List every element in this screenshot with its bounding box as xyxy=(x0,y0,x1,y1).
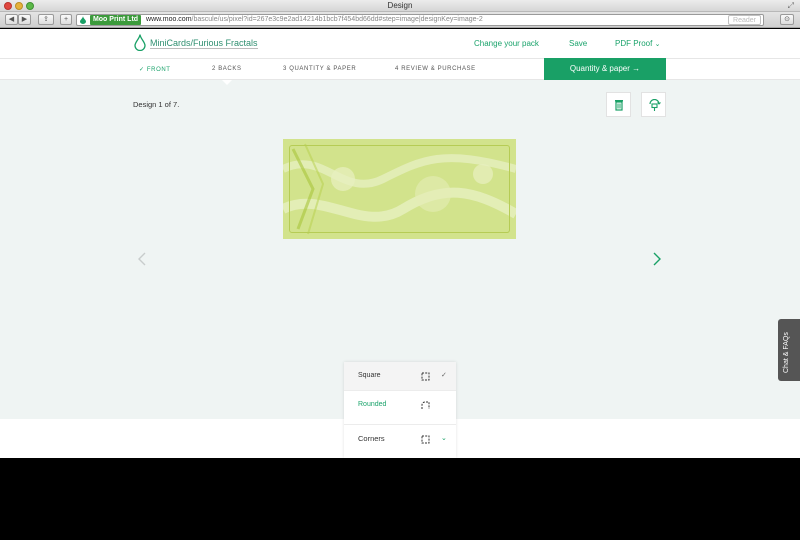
forward-button[interactable]: ▶ xyxy=(18,14,31,25)
site-drop-icon xyxy=(80,16,86,24)
chevron-down-icon: ⌄ xyxy=(441,435,447,442)
downloads-button[interactable]: ⊙ xyxy=(780,14,794,25)
page: MiniCards/Furious Fractals Change your p… xyxy=(0,29,800,458)
chat-faqs-tab[interactable]: Chat & FAQs xyxy=(778,319,800,381)
step-front[interactable]: ✓ FRONT xyxy=(139,66,171,73)
site-header: MiniCards/Furious Fractals Change your p… xyxy=(0,29,800,58)
card-safe-area xyxy=(289,145,510,233)
product-title[interactable]: MiniCards/Furious Fractals xyxy=(150,38,258,49)
corner-option-label: Square xyxy=(358,372,381,379)
step-navigation: ✓ FRONT 2 BACKS 3 QUANTITY & PAPER 4 REV… xyxy=(0,58,800,80)
share-button[interactable]: ⇪ xyxy=(38,14,54,25)
pdf-proof-label: PDF Proof xyxy=(615,39,653,48)
url-path: /bascule/us/pixel?id=267e3c9e2ad14214b1b… xyxy=(191,16,483,23)
next-design-icon[interactable] xyxy=(652,252,662,266)
url-host: www.moo.com xyxy=(146,16,192,23)
corners-select[interactable]: Corners ⌄ xyxy=(344,424,456,452)
moo-logo-icon[interactable] xyxy=(134,34,146,51)
corners-label: Corners xyxy=(358,434,385,443)
delete-design-button[interactable] xyxy=(606,92,631,117)
save-link[interactable]: Save xyxy=(569,39,587,48)
rotate-icon xyxy=(649,99,661,111)
browser-toolbar: ◀ ▶ ⇪ + Moo Print Ltd www.moo.com/bascul… xyxy=(0,12,800,28)
corner-option-label: Rounded xyxy=(358,401,387,408)
corners-dropdown: Square ✓ Rounded Corners ⌄ xyxy=(344,362,456,458)
flip-orientation-button[interactable] xyxy=(641,92,666,117)
change-pack-link[interactable]: Change your pack xyxy=(474,39,539,48)
checkmark-icon: ✓ xyxy=(441,372,447,379)
step-quantity-paper[interactable]: 3 QUANTITY & PAPER xyxy=(283,66,356,72)
chat-faqs-label: Chat & FAQs xyxy=(783,332,790,373)
square-corner-icon xyxy=(421,435,430,444)
trash-icon xyxy=(615,100,623,111)
chevron-down-icon: ⌄ xyxy=(654,41,661,48)
ev-certificate-badge[interactable]: Moo Print Ltd xyxy=(89,15,142,25)
back-button[interactable]: ◀ xyxy=(5,14,18,25)
step-backs[interactable]: 2 BACKS xyxy=(212,66,242,72)
rounded-corner-icon xyxy=(421,401,430,409)
window-titlebar: Design ⤢ xyxy=(0,0,800,12)
corner-option-square[interactable]: Square ✓ xyxy=(344,362,456,390)
active-step-caret xyxy=(222,80,232,85)
window-title: Design xyxy=(387,1,413,10)
design-counter: Design 1 of 7. xyxy=(133,100,180,109)
quantity-paper-button[interactable]: Quantity & paper → xyxy=(544,58,666,80)
card-preview[interactable] xyxy=(283,139,516,239)
fullscreen-icon[interactable]: ⤢ xyxy=(788,1,794,11)
square-corner-icon xyxy=(421,372,430,381)
corner-option-rounded[interactable]: Rounded xyxy=(344,390,456,418)
address-bar[interactable]: Moo Print Ltd www.moo.com/bascule/us/pix… xyxy=(76,14,764,26)
previous-design-icon[interactable] xyxy=(137,252,147,266)
new-tab-button[interactable]: + xyxy=(60,14,72,25)
step-review-purchase[interactable]: 4 REVIEW & PURCHASE xyxy=(395,66,476,72)
reader-button[interactable]: Reader xyxy=(728,15,761,25)
pdf-proof-link[interactable]: PDF Proof ⌄ xyxy=(615,39,660,48)
